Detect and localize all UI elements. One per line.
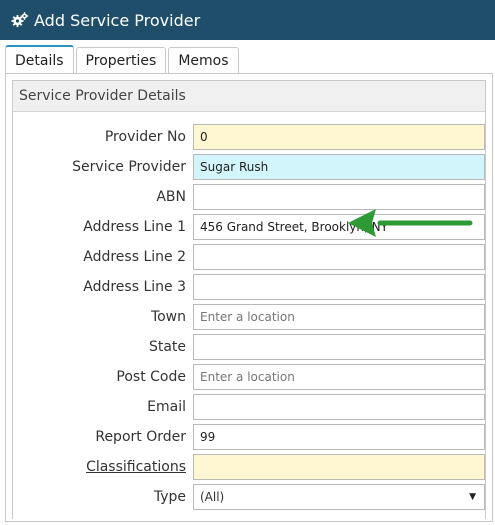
provider-no-value: 0	[200, 130, 208, 144]
email-input[interactable]	[193, 394, 485, 420]
address-line-2-input[interactable]	[193, 244, 485, 270]
address-line-1-label: Address Line 1	[83, 219, 186, 235]
abn-input[interactable]	[193, 184, 485, 210]
form-row-report-order: Report Order 99	[13, 424, 486, 450]
type-label: Type	[153, 489, 186, 505]
town-input[interactable]: Enter a location	[193, 304, 485, 330]
classifications-input[interactable]	[193, 454, 485, 480]
service-provider-details-section: Service Provider Details Provider No 0 S…	[12, 80, 486, 519]
form-row-address-line-3: Address Line 3	[13, 274, 486, 300]
provider-no-input[interactable]: 0	[193, 124, 485, 150]
chevron-down-icon: ▼	[469, 492, 476, 502]
post-code-label: Post Code	[116, 369, 186, 385]
address-line-3-label: Address Line 3	[83, 279, 186, 295]
service-provider-value: Sugar Rush	[200, 160, 269, 174]
form-row-abn: ABN	[13, 184, 486, 210]
form-row-town: Town Enter a location	[13, 304, 486, 330]
form-row-provider-no: Provider No 0	[13, 124, 486, 150]
details-panel: Service Provider Details Provider No 0 S…	[5, 73, 493, 522]
form-row-state: State	[13, 334, 486, 360]
tab-memos[interactable]: Memos	[168, 47, 239, 74]
abn-label: ABN	[156, 189, 186, 205]
form-row-type: Type (All) ▼	[13, 484, 486, 510]
type-selected-value: (All)	[200, 490, 225, 504]
report-order-input[interactable]: 99	[193, 424, 485, 450]
tab-properties[interactable]: Properties	[75, 47, 167, 74]
service-provider-label: Service Provider	[72, 159, 186, 175]
report-order-value: 99	[200, 430, 216, 444]
address-line-1-value: 456 Grand Street, Brooklyn, NY	[200, 220, 388, 234]
classifications-link[interactable]: Classifications	[86, 454, 186, 480]
post-code-input[interactable]: Enter a location	[193, 364, 485, 390]
state-input[interactable]	[193, 334, 485, 360]
window-title: Add Service Provider	[34, 10, 201, 30]
form-row-post-code: Post Code Enter a location	[13, 364, 486, 390]
tab-details[interactable]: Details	[5, 45, 74, 75]
town-label: Town	[150, 309, 186, 325]
town-placeholder: Enter a location	[200, 310, 295, 324]
title-bar: Add Service Provider	[0, 0, 495, 40]
email-label: Email	[147, 399, 186, 415]
form-row-address-line-2: Address Line 2	[13, 244, 486, 270]
post-code-placeholder: Enter a location	[200, 370, 295, 384]
tab-bar: Details Properties Memos	[5, 45, 241, 75]
provider-no-label: Provider No	[104, 129, 186, 145]
state-label: State	[148, 339, 186, 355]
address-line-2-label: Address Line 2	[83, 249, 186, 265]
gears-icon	[11, 11, 29, 29]
service-provider-input[interactable]: Sugar Rush	[193, 154, 485, 180]
form-row-email: Email	[13, 394, 486, 420]
section-title: Service Provider Details	[13, 81, 485, 112]
form-row-service-provider: Service Provider Sugar Rush	[13, 154, 486, 180]
form-row-address-line-1: Address Line 1 456 Grand Street, Brookly…	[13, 214, 486, 240]
report-order-label: Report Order	[95, 429, 186, 445]
type-select[interactable]: (All) ▼	[193, 484, 485, 510]
form-row-classifications: Classifications	[13, 454, 486, 480]
address-line-3-input[interactable]	[193, 274, 485, 300]
address-line-1-input[interactable]: 456 Grand Street, Brooklyn, NY	[193, 214, 485, 240]
